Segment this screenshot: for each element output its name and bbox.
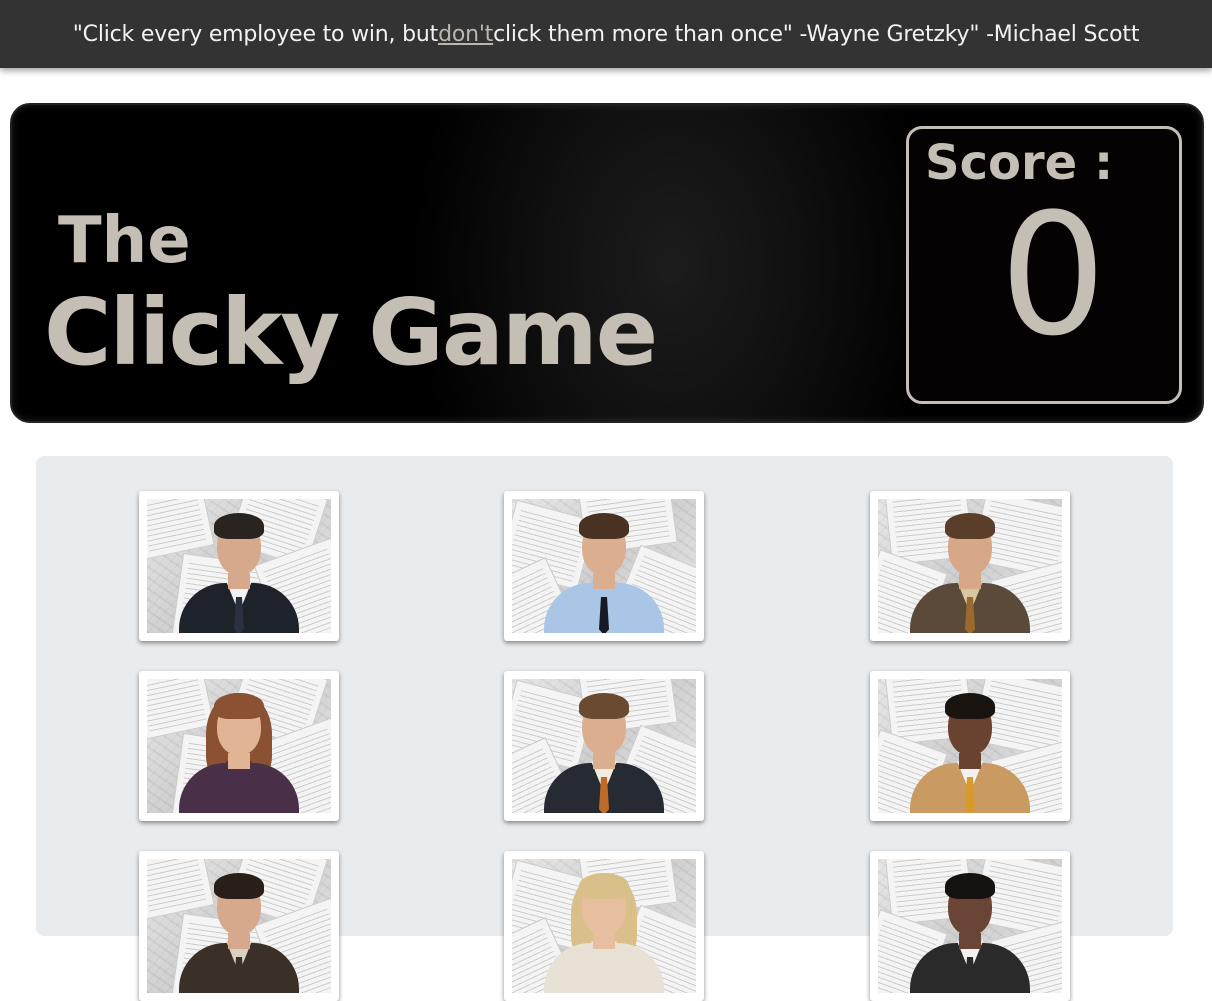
game-header: The Clicky Game Score : 0 — [10, 103, 1204, 423]
quote-text-end: click them more than once" -Wayne Gretzk… — [493, 21, 1140, 47]
title-the: The — [58, 204, 191, 278]
employee-photo — [878, 499, 1062, 633]
hair — [945, 513, 995, 539]
employee-portrait — [905, 499, 1035, 633]
hair — [214, 513, 264, 539]
employee-photo — [147, 679, 331, 813]
neck — [228, 573, 250, 589]
employee-card-1[interactable] — [139, 491, 339, 641]
employee-card-5[interactable] — [504, 671, 704, 821]
employee-portrait — [905, 679, 1035, 813]
employee-card-8[interactable] — [504, 851, 704, 1001]
employee-portrait — [174, 679, 304, 813]
employee-card-9[interactable] — [870, 851, 1070, 1001]
hair — [579, 513, 629, 539]
hair — [579, 693, 629, 719]
neck — [593, 573, 615, 589]
employee-photo — [878, 859, 1062, 993]
employee-card-2[interactable] — [504, 491, 704, 641]
hair — [214, 873, 264, 899]
score-panel: Score : 0 — [906, 126, 1182, 404]
instruction-banner: "Click every employee to win, but don't … — [0, 0, 1212, 68]
hair — [579, 873, 629, 899]
employee-card-3[interactable] — [870, 491, 1070, 641]
employee-portrait — [539, 859, 669, 993]
employee-portrait — [905, 859, 1035, 993]
game-title: Clicky Game — [44, 279, 658, 386]
employee-photo — [512, 499, 696, 633]
employee-photo — [147, 859, 331, 993]
hair — [214, 693, 264, 719]
neck — [959, 933, 981, 949]
neck — [228, 933, 250, 949]
neck — [959, 573, 981, 589]
neck — [593, 933, 615, 949]
employee-portrait — [174, 859, 304, 993]
employee-card-7[interactable] — [139, 851, 339, 1001]
hair — [945, 693, 995, 719]
employee-board — [36, 456, 1173, 1001]
employee-card-6[interactable] — [870, 671, 1070, 821]
employee-photo — [512, 859, 696, 993]
neck — [228, 753, 250, 769]
employee-portrait — [539, 679, 669, 813]
employee-portrait — [539, 499, 669, 633]
hair — [945, 873, 995, 899]
quote-text-start: "Click every employee to win, but — [72, 21, 439, 47]
neck — [959, 753, 981, 769]
employee-card-4[interactable] — [139, 671, 339, 821]
employee-photo — [512, 679, 696, 813]
employee-photo — [878, 679, 1062, 813]
score-value: 0 — [999, 177, 1107, 373]
neck — [593, 753, 615, 769]
employee-photo — [147, 499, 331, 633]
dont-link[interactable]: don't — [438, 22, 493, 47]
employee-portrait — [174, 499, 304, 633]
